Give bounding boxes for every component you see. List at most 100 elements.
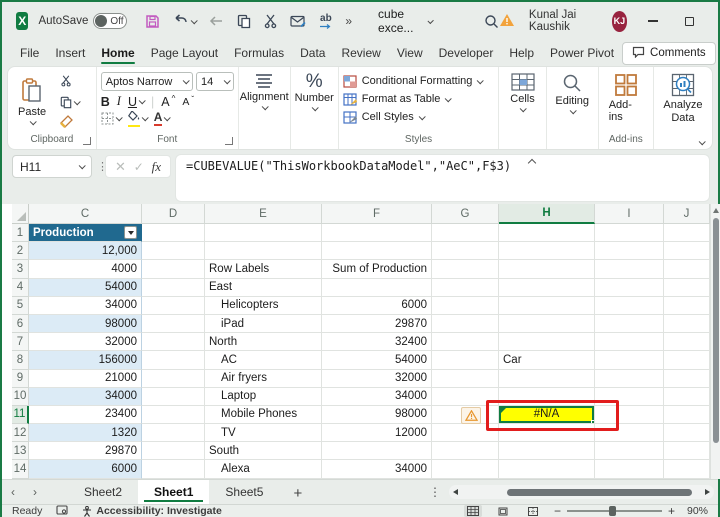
- column-header-d[interactable]: D: [142, 204, 205, 224]
- cell-f12[interactable]: 12000: [322, 424, 432, 443]
- cell-d8[interactable]: [142, 351, 205, 370]
- comments-button[interactable]: Comments: [622, 41, 716, 65]
- cell-h12[interactable]: [499, 424, 595, 443]
- cell-j5[interactable]: [664, 296, 710, 315]
- horizontal-scroll-thumb[interactable]: [507, 488, 692, 496]
- cell-h6[interactable]: [499, 314, 595, 334]
- cell-i6[interactable]: [595, 314, 664, 334]
- sheet-tab-menu-icon[interactable]: ⋮: [429, 485, 449, 499]
- mail-icon[interactable]: [290, 15, 306, 28]
- cell-i3[interactable]: [595, 260, 664, 279]
- page-layout-view-icon[interactable]: [494, 505, 512, 517]
- fill-handle[interactable]: [591, 420, 594, 424]
- search-icon[interactable]: [484, 14, 499, 29]
- cell-e10[interactable]: Laptop: [205, 387, 322, 406]
- column-header-g[interactable]: G: [432, 204, 499, 224]
- minimize-button[interactable]: [641, 8, 664, 34]
- cell-g13[interactable]: [432, 442, 499, 461]
- back-icon[interactable]: [209, 15, 224, 27]
- sheet-prev-icon[interactable]: ‹: [2, 485, 24, 499]
- cell-i4[interactable]: [595, 278, 664, 297]
- cell-f14[interactable]: 34000: [322, 460, 432, 479]
- zoom-out-icon[interactable]: −: [554, 504, 561, 517]
- cell-c9[interactable]: 21000: [29, 369, 142, 388]
- decrease-font-button[interactable]: Aˇ: [182, 95, 194, 108]
- copy-button[interactable]: [60, 96, 81, 109]
- row-header-11[interactable]: 11: [12, 405, 29, 425]
- user-name[interactable]: Kunal Jai Kaushik: [529, 9, 598, 33]
- fill-color-button[interactable]: [127, 110, 149, 127]
- macro-record-icon[interactable]: [56, 504, 68, 517]
- format-as-table-button[interactable]: Format as Table: [343, 90, 495, 108]
- cell-e11[interactable]: Mobile Phones: [205, 405, 322, 425]
- cell-d1[interactable]: [142, 224, 205, 243]
- cell-c2[interactable]: 12,000: [29, 242, 142, 261]
- undo-dropdown-icon[interactable]: [191, 16, 199, 24]
- font-name-select[interactable]: Aptos Narrow: [100, 72, 193, 91]
- cell-styles-button[interactable]: Cell Styles: [343, 108, 495, 126]
- horizontal-scrollbar[interactable]: [449, 485, 714, 499]
- cell-i14[interactable]: [595, 460, 664, 479]
- ribbon-tab-power-pivot[interactable]: Power Pivot: [542, 42, 622, 66]
- cell-f8[interactable]: 54000: [322, 351, 432, 370]
- cell-c10[interactable]: 34000: [29, 387, 142, 406]
- cell-c12[interactable]: 1320: [29, 424, 142, 443]
- excel-logo-icon[interactable]: X: [16, 12, 29, 30]
- cell-d5[interactable]: [142, 296, 205, 315]
- cell-h13[interactable]: [499, 442, 595, 461]
- page-break-view-icon[interactable]: [524, 505, 542, 517]
- ribbon-tab-insert[interactable]: Insert: [47, 42, 93, 66]
- avatar[interactable]: KJ: [611, 10, 628, 32]
- accessibility-status[interactable]: Accessibility: Investigate: [82, 505, 222, 517]
- cell-f2[interactable]: [322, 242, 432, 261]
- cell-d6[interactable]: [142, 314, 205, 334]
- name-box[interactable]: H11: [12, 155, 92, 178]
- scroll-up-icon[interactable]: [713, 208, 719, 213]
- ribbon-tab-data[interactable]: Data: [292, 42, 333, 66]
- cell-g10[interactable]: [432, 387, 499, 406]
- borders-button[interactable]: [101, 112, 123, 125]
- bold-button[interactable]: B: [101, 95, 110, 109]
- column-header-f[interactable]: F: [322, 204, 432, 224]
- cell-g3[interactable]: [432, 260, 499, 279]
- cell-h10[interactable]: [499, 387, 595, 406]
- cell-j10[interactable]: [664, 387, 710, 406]
- cell-f9[interactable]: 32000: [322, 369, 432, 388]
- analyze-data-button[interactable]: Analyze Data: [658, 72, 708, 125]
- cell-c1-table-header[interactable]: Production: [29, 224, 142, 243]
- row-header-4[interactable]: 4: [12, 278, 29, 297]
- normal-view-icon[interactable]: [463, 505, 482, 517]
- cell-d12[interactable]: [142, 424, 205, 443]
- cell-d2[interactable]: [142, 242, 205, 261]
- editing-button[interactable]: Editing: [551, 72, 594, 115]
- cell-i5[interactable]: [595, 296, 664, 315]
- cell-h2[interactable]: [499, 242, 595, 261]
- cell-f11[interactable]: 98000: [322, 405, 432, 425]
- zoom-thumb[interactable]: [608, 506, 616, 517]
- cell-j11[interactable]: [664, 405, 710, 425]
- cell-f13[interactable]: [322, 442, 432, 461]
- paste-button[interactable]: Paste: [12, 77, 52, 126]
- increase-font-button[interactable]: A ^: [161, 94, 175, 109]
- cell-h4[interactable]: [499, 278, 595, 297]
- insert-function-icon[interactable]: fx: [152, 159, 161, 175]
- cell-h9[interactable]: [499, 369, 595, 388]
- cell-c8[interactable]: 156000: [29, 351, 142, 370]
- row-header-7[interactable]: 7: [12, 333, 29, 352]
- ribbon-tab-help[interactable]: Help: [501, 42, 542, 66]
- cell-h14[interactable]: [499, 460, 595, 479]
- sheet-tab-sheet2[interactable]: Sheet2: [68, 480, 138, 504]
- cell-i7[interactable]: [595, 333, 664, 352]
- add-sheet-button[interactable]: +: [279, 483, 316, 502]
- cell-e5[interactable]: Helicopters: [205, 296, 322, 315]
- cell-c14[interactable]: 6000: [29, 460, 142, 479]
- cell-d10[interactable]: [142, 387, 205, 406]
- italic-button[interactable]: I: [117, 94, 121, 109]
- cell-c5[interactable]: 34000: [29, 296, 142, 315]
- cell-e3[interactable]: Row Labels: [205, 260, 322, 279]
- cell-j7[interactable]: [664, 333, 710, 352]
- font-dialog-launcher[interactable]: [224, 137, 233, 145]
- cell-c13[interactable]: 29870: [29, 442, 142, 461]
- cell-j3[interactable]: [664, 260, 710, 279]
- ribbon-tab-formulas[interactable]: Formulas: [226, 42, 292, 66]
